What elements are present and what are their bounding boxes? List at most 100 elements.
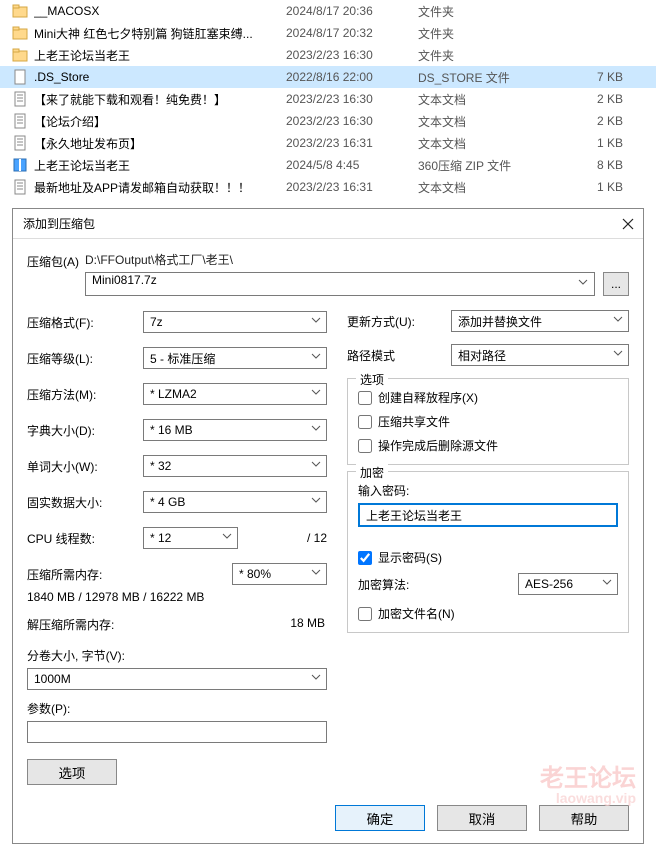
sfx-checkbox[interactable] (358, 391, 372, 405)
blank-file-icon (12, 69, 28, 85)
file-type: 360压缩 ZIP 文件 (418, 157, 573, 174)
text-file-icon (12, 113, 28, 129)
file-size: 1 KB (573, 180, 633, 194)
file-row[interactable]: Mini大神 红色七夕特别篇 狗链肛塞束缚... 2024/8/17 20:32… (0, 22, 656, 44)
chevron-down-icon (613, 314, 623, 324)
file-type: 文件夹 (418, 25, 573, 42)
dialog-button-row: 确定 取消 帮助 (13, 795, 643, 843)
solid-select[interactable]: * 4 GB (143, 491, 327, 513)
file-type: 文本文档 (418, 113, 573, 130)
method-label: 压缩方法(M): (27, 386, 143, 403)
encrypt-group-title: 加密 (356, 464, 388, 481)
file-name: .DS_Store (34, 70, 286, 84)
file-row[interactable]: __MACOSX 2024/8/17 20:36 文件夹 (0, 0, 656, 22)
file-row[interactable]: 最新地址及APP请发邮箱自动获取！！！ 2023/2/23 16:31 文本文档… (0, 176, 656, 198)
options-button[interactable]: 选项 (27, 759, 117, 785)
shared-checkbox-row[interactable]: 压缩共享文件 (358, 413, 618, 430)
sfx-checkbox-row[interactable]: 创建自释放程序(X) (358, 389, 618, 406)
file-date: 2023/2/23 16:31 (286, 180, 418, 194)
text-file-icon (12, 91, 28, 107)
split-select[interactable]: 1000M (27, 668, 327, 690)
cancel-button[interactable]: 取消 (437, 805, 527, 831)
showpwd-checkbox[interactable] (358, 551, 372, 565)
browse-button[interactable]: ... (603, 272, 629, 296)
file-row[interactable]: 【永久地址发布页】 2023/2/23 16:31 文本文档 1 KB (0, 132, 656, 154)
chevron-down-icon (578, 277, 588, 287)
chevron-down-icon (602, 577, 612, 587)
params-input[interactable] (27, 721, 327, 743)
chevron-down-icon (222, 531, 232, 541)
file-type: DS_STORE 文件 (418, 69, 573, 86)
chevron-down-icon (311, 315, 321, 325)
split-label: 分卷大小, 字节(V): (27, 647, 327, 664)
archive-path: D:\FFOutput\格式工厂\老王\ (85, 251, 629, 268)
pathmode-label: 路径模式 (347, 347, 451, 364)
chevron-down-icon (311, 495, 321, 505)
file-name: 【论坛介绍】 (34, 113, 286, 130)
delete-checkbox[interactable] (358, 439, 372, 453)
file-type: 文本文档 (418, 135, 573, 152)
shared-checkbox[interactable] (358, 415, 372, 429)
word-label: 单词大小(W): (27, 458, 143, 475)
word-select[interactable]: * 32 (143, 455, 327, 477)
mem-d-value: 18 MB (143, 616, 327, 633)
add-to-archive-dialog: 添加到压缩包 压缩包(A) D:\FFOutput\格式工厂\老王\ Mini0… (12, 208, 644, 844)
file-row[interactable]: 【论坛介绍】 2023/2/23 16:30 文本文档 2 KB (0, 110, 656, 132)
file-name: Mini大神 红色七夕特别篇 狗链肛塞束缚... (34, 25, 286, 42)
ok-button[interactable]: 确定 (335, 805, 425, 831)
solid-label: 固实数据大小: (27, 494, 143, 511)
showpwd-checkbox-row[interactable]: 显示密码(S) (358, 549, 618, 566)
folder-icon (12, 3, 28, 19)
file-date: 2023/2/23 16:30 (286, 92, 418, 106)
encname-checkbox[interactable] (358, 607, 372, 621)
file-type: 文本文档 (418, 179, 573, 196)
file-row[interactable]: 上老王论坛当老王 2024/5/8 4:45 360压缩 ZIP 文件 8 KB (0, 154, 656, 176)
folder-icon (12, 25, 28, 41)
file-row[interactable]: 上老王论坛当老王 2023/2/23 16:30 文件夹 (0, 44, 656, 66)
threads-select[interactable]: * 12 (143, 527, 238, 549)
update-select[interactable]: 添加并替换文件 (451, 310, 629, 332)
file-name: 上老王论坛当老王 (34, 157, 286, 174)
file-size: 8 KB (573, 158, 633, 172)
options-group: 选项 创建自释放程序(X) 压缩共享文件 操作完成后删除源文件 (347, 378, 629, 465)
archive-name-select[interactable]: Mini0817.7z (85, 272, 595, 296)
file-name: __MACOSX (34, 4, 286, 18)
threads-max: / 12 (238, 531, 327, 545)
chevron-down-icon (311, 423, 321, 433)
alg-select[interactable]: AES-256 (518, 573, 618, 595)
pathmode-select[interactable]: 相对路径 (451, 344, 629, 366)
file-date: 2023/2/23 16:31 (286, 136, 418, 150)
chevron-down-icon (311, 351, 321, 361)
delete-checkbox-row[interactable]: 操作完成后删除源文件 (358, 437, 618, 454)
file-name: 【永久地址发布页】 (34, 135, 286, 152)
mem-c-value: 1840 MB / 12978 MB / 16222 MB (27, 590, 204, 604)
encname-checkbox-row[interactable]: 加密文件名(N) (358, 605, 618, 622)
mem-c-label: 压缩所需内存: (27, 566, 143, 583)
chevron-down-icon (613, 348, 623, 358)
level-label: 压缩等级(L): (27, 350, 143, 367)
dict-select[interactable]: * 16 MB (143, 419, 327, 441)
file-row[interactable]: .DS_Store 2022/8/16 22:00 DS_STORE 文件 7 … (0, 66, 656, 88)
help-button[interactable]: 帮助 (539, 805, 629, 831)
text-file-icon (12, 135, 28, 151)
archive-name-value: Mini0817.7z (92, 273, 157, 287)
chevron-down-icon (311, 387, 321, 397)
level-select[interactable]: 5 - 标准压缩 (143, 347, 327, 369)
file-type: 文件夹 (418, 47, 573, 64)
close-button[interactable] (621, 217, 635, 231)
file-date: 2024/5/8 4:45 (286, 158, 418, 172)
mem-percent-select[interactable]: * 80% (232, 563, 327, 585)
file-date: 2023/2/23 16:30 (286, 114, 418, 128)
file-date: 2024/8/17 20:36 (286, 4, 418, 18)
dialog-title: 添加到压缩包 (23, 215, 95, 232)
file-size: 1 KB (573, 136, 633, 150)
zip-file-icon (12, 157, 28, 173)
alg-label: 加密算法: (358, 576, 518, 593)
file-list: __MACOSX 2024/8/17 20:36 文件夹 Mini大神 红色七夕… (0, 0, 656, 198)
method-select[interactable]: * LZMA2 (143, 383, 327, 405)
file-name: 上老王论坛当老王 (34, 47, 286, 64)
format-select[interactable]: 7z (143, 311, 327, 333)
file-date: 2022/8/16 22:00 (286, 70, 418, 84)
file-row[interactable]: 【来了就能下载和观看！纯免费！】 2023/2/23 16:30 文本文档 2 … (0, 88, 656, 110)
password-input[interactable] (358, 503, 618, 527)
